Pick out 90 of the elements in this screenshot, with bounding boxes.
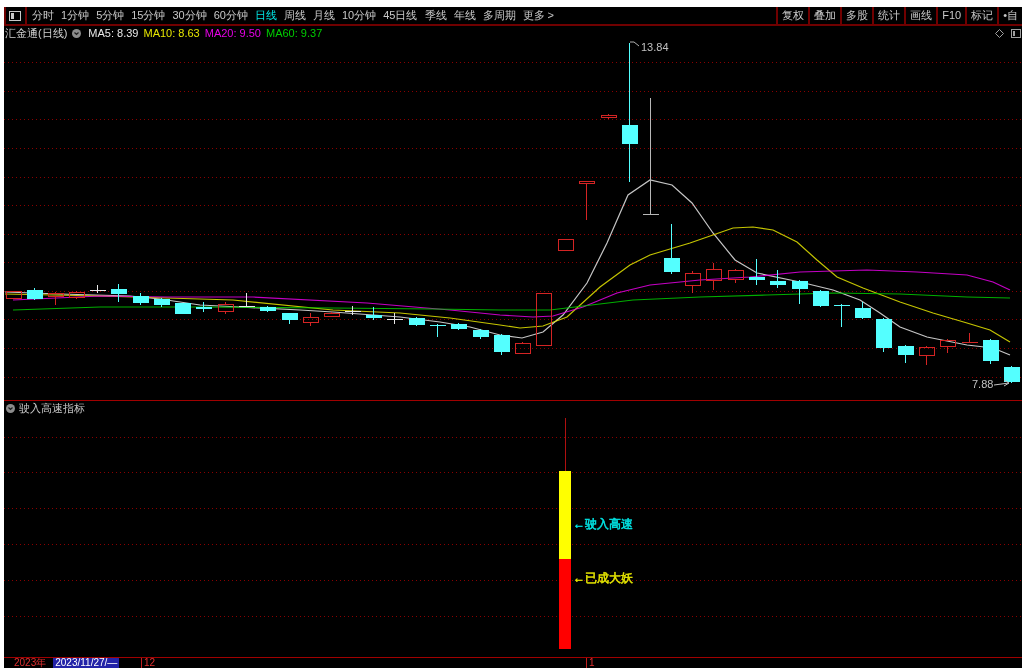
period-tab[interactable]: 10分钟 (342, 8, 377, 23)
toolbar-button[interactable]: 标记 (965, 7, 998, 24)
candlestick (154, 297, 170, 308)
candlestick (855, 301, 871, 320)
candlestick (961, 332, 979, 344)
toolbar-button[interactable]: 叠加 (808, 7, 841, 24)
period-tab[interactable]: 15分钟 (131, 8, 166, 23)
toolbar-button[interactable]: •自 (997, 7, 1022, 24)
candlestick (5, 291, 22, 299)
high-price-label: 13.84 (641, 41, 669, 53)
period-tab[interactable]: 日线 (255, 8, 277, 23)
candlestick (983, 338, 999, 365)
toolbar-button[interactable]: 多股 (840, 7, 873, 24)
toolbar-button[interactable]: 画线 (904, 7, 937, 24)
moving-average-value: MA60: 9.37 (266, 26, 323, 40)
period-tab[interactable]: 更多 > (522, 8, 554, 23)
candlestick (175, 302, 191, 315)
period-tab[interactable]: 分时 (32, 8, 54, 23)
candlestick (473, 328, 489, 340)
candlestick (260, 305, 276, 313)
signal-label: ←已成大妖 (573, 571, 633, 585)
candlestick (89, 284, 107, 294)
period-tab[interactable]: 年线 (453, 8, 476, 23)
candlestick (1004, 365, 1020, 384)
candlestick (939, 338, 956, 354)
year-label: 2023年 (14, 658, 47, 668)
candlestick (578, 181, 595, 221)
candlestick (409, 316, 425, 327)
period-tab[interactable]: 周线 (284, 8, 306, 23)
period-tab[interactable]: 多周期 (482, 8, 516, 23)
candlestick (705, 262, 722, 291)
date-cursor: 2023/11/27/— (53, 658, 120, 668)
candlestick (27, 287, 43, 301)
candlestick (386, 312, 404, 325)
toolbar-button[interactable]: 复权 (776, 7, 809, 24)
candlestick (366, 306, 382, 321)
dropdown-icon[interactable] (72, 28, 82, 38)
candlestick (238, 292, 256, 308)
candlestick (196, 301, 212, 313)
candlestick (514, 341, 531, 355)
candlestick (535, 293, 552, 346)
period-tab[interactable]: 45日线 (383, 8, 418, 23)
candlestick (918, 345, 935, 366)
candlestick (876, 317, 892, 353)
moving-average-value: MA5: 8.39 (88, 26, 139, 40)
candlestick (664, 223, 680, 275)
candlestick (770, 269, 786, 289)
toolbar-button[interactable]: F10 (936, 7, 966, 24)
candlestick (749, 258, 765, 286)
candlestick (557, 239, 574, 251)
candlestick (792, 279, 808, 305)
panel-toggle-icon[interactable] (9, 10, 21, 21)
candlestick (323, 311, 340, 318)
candlestick (898, 344, 914, 364)
low-price-label: 7.88 (972, 378, 994, 390)
period-tab[interactable]: 5分钟 (96, 8, 125, 23)
panel-icon[interactable] (1011, 28, 1021, 38)
candlestick (111, 283, 127, 303)
candlestick (217, 301, 234, 315)
candlestick (47, 291, 64, 306)
leader-line (629, 41, 640, 47)
diamond-icon[interactable] (995, 28, 1004, 38)
candlestick (727, 268, 744, 284)
indicator-title: 驶入高速指标 (19, 402, 85, 415)
candlestick (344, 305, 362, 316)
candlestick (813, 289, 829, 308)
candlestick (600, 113, 617, 120)
candlestick (494, 333, 510, 356)
month-label: 1 (586, 658, 595, 668)
leader-arrow (993, 379, 1010, 387)
moving-average-value: MA10: 8.63 (143, 26, 200, 40)
month-label: 12 (141, 658, 156, 668)
chart-title: 汇金通(日线) (5, 26, 68, 40)
period-tab[interactable]: 30分钟 (172, 8, 207, 23)
candlestick (282, 312, 298, 325)
candlestick (302, 312, 319, 327)
signal-label: ←驶入高速 (573, 517, 633, 531)
period-tab[interactable]: 60分钟 (213, 8, 248, 23)
moving-average-value: MA20: 9.50 (204, 26, 261, 40)
candlestick (68, 290, 85, 300)
toolbar-button[interactable]: 统计 (872, 7, 905, 24)
period-tab[interactable]: 季线 (424, 8, 447, 23)
candlestick (684, 270, 701, 294)
period-tab[interactable]: 月线 (313, 8, 335, 23)
candlestick (451, 322, 467, 331)
candlestick (429, 323, 447, 338)
dropdown-icon[interactable] (6, 404, 15, 413)
period-tab[interactable]: 1分钟 (61, 8, 90, 23)
candlestick (833, 303, 851, 328)
candlestick (133, 292, 149, 306)
